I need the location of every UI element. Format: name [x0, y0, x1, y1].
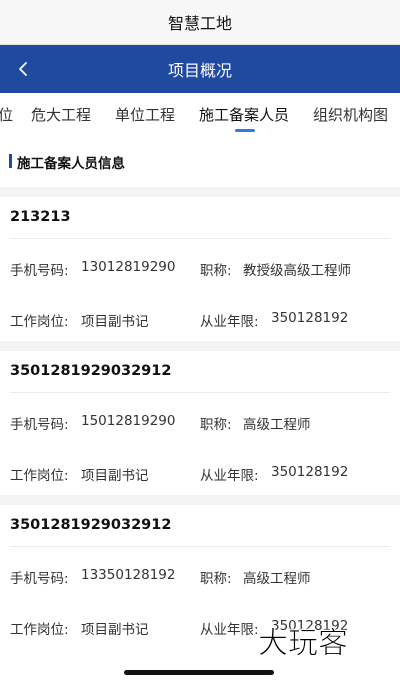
card-divider	[10, 546, 390, 547]
title-label: 职称:	[200, 417, 232, 433]
app-title-bar: 智慧工地	[0, 0, 400, 45]
phone-value: 13012819290	[81, 259, 176, 275]
card-divider	[10, 392, 390, 393]
chevron-left-icon	[19, 62, 27, 76]
tab-filed-construction-staff[interactable]: 施工备案人员	[199, 104, 289, 125]
tab-partial[interactable]: 位	[0, 104, 13, 125]
position-label: 工作岗位:	[10, 314, 69, 330]
back-button[interactable]	[10, 55, 38, 83]
watermark-text: 大玩客	[258, 626, 349, 662]
section-header: 施工备案人员信息	[0, 137, 400, 187]
title-value: 高级工程师	[243, 571, 311, 587]
title-label: 职称:	[200, 263, 232, 279]
tab-unit-works[interactable]: 单位工程	[115, 104, 175, 125]
personnel-name: 3501281929032912	[10, 517, 172, 533]
position-label: 工作岗位:	[10, 468, 69, 484]
personnel-name: 213213	[10, 209, 71, 225]
phone-value: 15012819290	[81, 413, 176, 429]
tab-org-chart[interactable]: 组织机构图	[313, 104, 388, 125]
position-value: 项目副书记	[81, 622, 149, 638]
home-indicator[interactable]	[124, 670, 274, 675]
title-label: 职称:	[200, 571, 232, 587]
position-value: 项目副书记	[81, 468, 149, 484]
section-accent-bar	[9, 154, 12, 168]
phone-label: 手机号码:	[10, 571, 69, 587]
title-value: 教授级高级工程师	[243, 263, 351, 279]
personnel-card[interactable]: 3501281929032912 手机号码: 15012819290 职称: 高…	[0, 351, 400, 495]
years-label: 从业年限:	[200, 468, 259, 484]
phone-value: 13350128192	[81, 567, 176, 583]
title-value: 高级工程师	[243, 417, 311, 433]
personnel-card[interactable]: 213213 手机号码: 13012819290 职称: 教授级高级工程师 工作…	[0, 197, 400, 341]
years-value: 350128192	[271, 464, 349, 480]
position-value: 项目副书记	[81, 314, 149, 330]
position-label: 工作岗位:	[10, 622, 69, 638]
page-title: 项目概况	[167, 61, 232, 80]
tab-major-hazard-works[interactable]: 危大工程	[31, 104, 91, 125]
bottom-safe-area	[0, 665, 400, 685]
card-divider	[10, 238, 390, 239]
years-label: 从业年限:	[200, 622, 259, 638]
section-title: 施工备案人员信息	[17, 156, 125, 172]
years-label: 从业年限:	[200, 314, 259, 330]
watermark-logo: 大玩客	[258, 618, 349, 662]
active-tab-indicator	[235, 129, 255, 132]
phone-label: 手机号码:	[10, 417, 69, 433]
app-title: 智慧工地	[167, 14, 232, 33]
years-value: 350128192	[271, 310, 349, 326]
tab-bar: 位 危大工程 单位工程 施工备案人员 组织机构图	[0, 93, 400, 137]
nav-bar: 项目概况	[0, 45, 400, 93]
personnel-name: 3501281929032912	[10, 363, 172, 379]
phone-label: 手机号码:	[10, 263, 69, 279]
